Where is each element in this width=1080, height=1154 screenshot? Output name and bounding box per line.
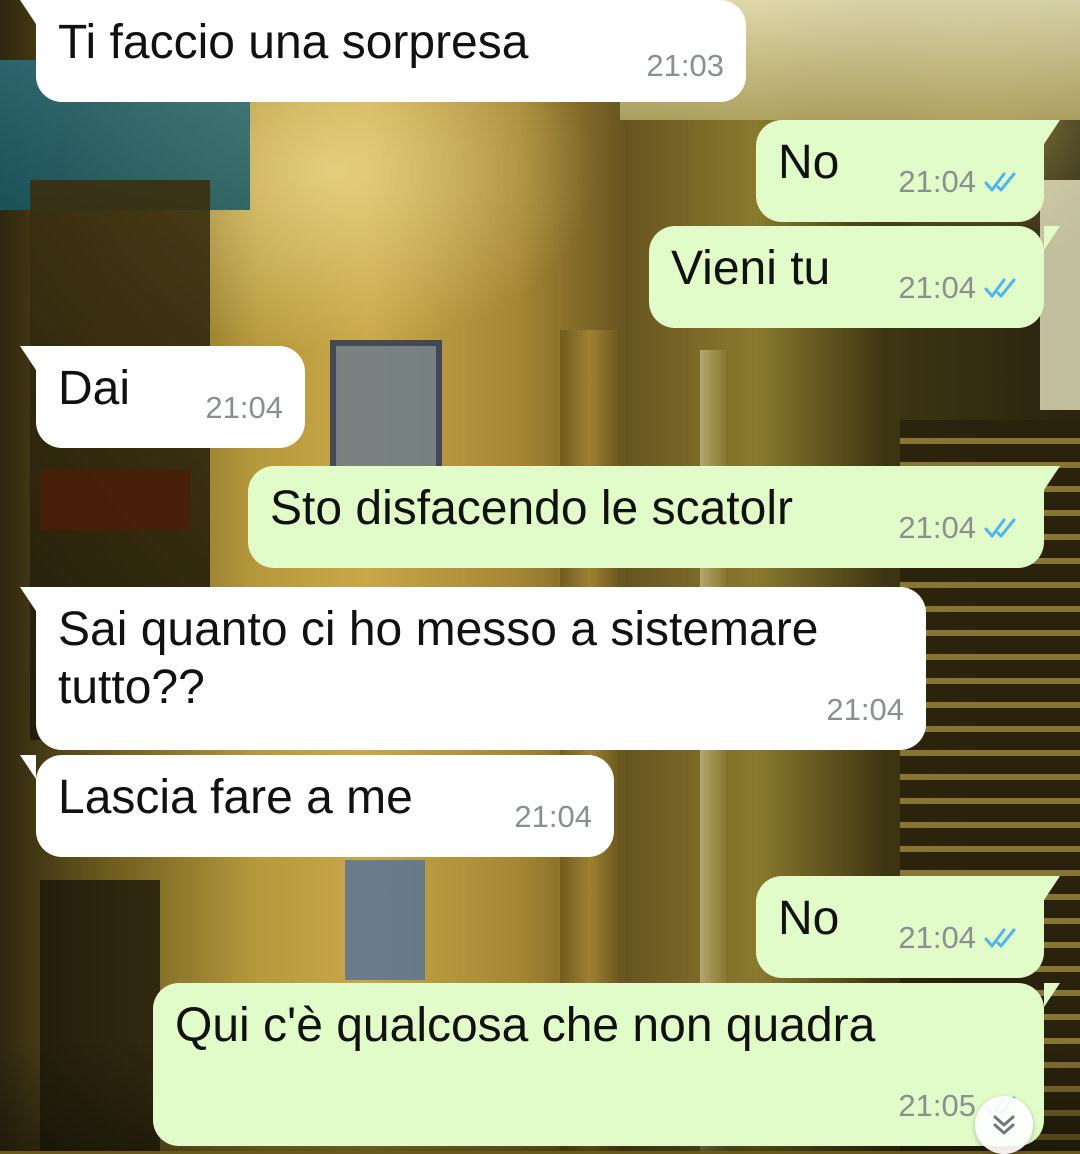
message-incoming[interactable]: Ti faccio una sorpresa 21:03 — [20, 0, 746, 102]
read-receipt-icon — [984, 278, 1016, 298]
message-outgoing[interactable]: Qui c'è qualcosa che non quadra 21:05 — [153, 983, 1060, 1146]
message-text: Qui c'è qualcosa che non quadra — [175, 999, 876, 1052]
wallpaper-poster — [345, 860, 425, 980]
read-receipt-icon — [984, 172, 1016, 192]
message-time: 21:04 — [205, 390, 283, 425]
double-chevron-down-icon — [993, 1115, 1015, 1135]
message-outgoing[interactable]: Vieni tu 21:04 — [649, 226, 1060, 328]
message-time: 21:05 — [898, 1088, 976, 1123]
message-text: Ti faccio una sorpresa — [58, 16, 529, 69]
message-outgoing[interactable]: Sto disfacendo le scatolr 21:04 — [248, 466, 1060, 568]
message-text: Sai quanto ci ho messo a sistemare tutto… — [58, 603, 819, 714]
message-time: 21:04 — [898, 510, 976, 545]
message-meta: 21:04 — [898, 164, 1022, 200]
message-incoming[interactable]: Dai 21:04 — [20, 346, 305, 448]
message-incoming[interactable]: Lascia fare a me 21:04 — [20, 755, 614, 857]
message-text: Lascia fare a me — [58, 771, 413, 824]
message-meta: 21:03 — [646, 48, 724, 84]
message-meta: 21:04 — [898, 270, 1022, 306]
message-outgoing[interactable]: No 21:04 — [756, 876, 1060, 978]
message-time: 21:03 — [646, 48, 724, 83]
message-time: 21:04 — [898, 164, 976, 199]
message-meta: 21:04 — [898, 510, 1022, 546]
message-meta: 21:04 — [898, 920, 1022, 956]
read-receipt-icon — [984, 928, 1016, 948]
message-time: 21:04 — [898, 920, 976, 955]
message-meta: 21:04 — [205, 390, 283, 426]
message-time: 21:04 — [898, 270, 976, 305]
message-meta: 21:04 — [514, 799, 592, 835]
scroll-to-bottom-button[interactable] — [975, 1096, 1033, 1154]
message-outgoing[interactable]: No 21:04 — [756, 120, 1060, 222]
message-incoming[interactable]: Sai quanto ci ho messo a sistemare tutto… — [20, 587, 926, 750]
read-receipt-icon — [984, 518, 1016, 538]
message-meta: 21:04 — [826, 692, 904, 728]
message-time: 21:04 — [514, 799, 592, 834]
wallpaper-window — [1040, 180, 1080, 410]
wallpaper-led-sign — [40, 470, 190, 530]
message-time: 21:04 — [826, 692, 904, 727]
